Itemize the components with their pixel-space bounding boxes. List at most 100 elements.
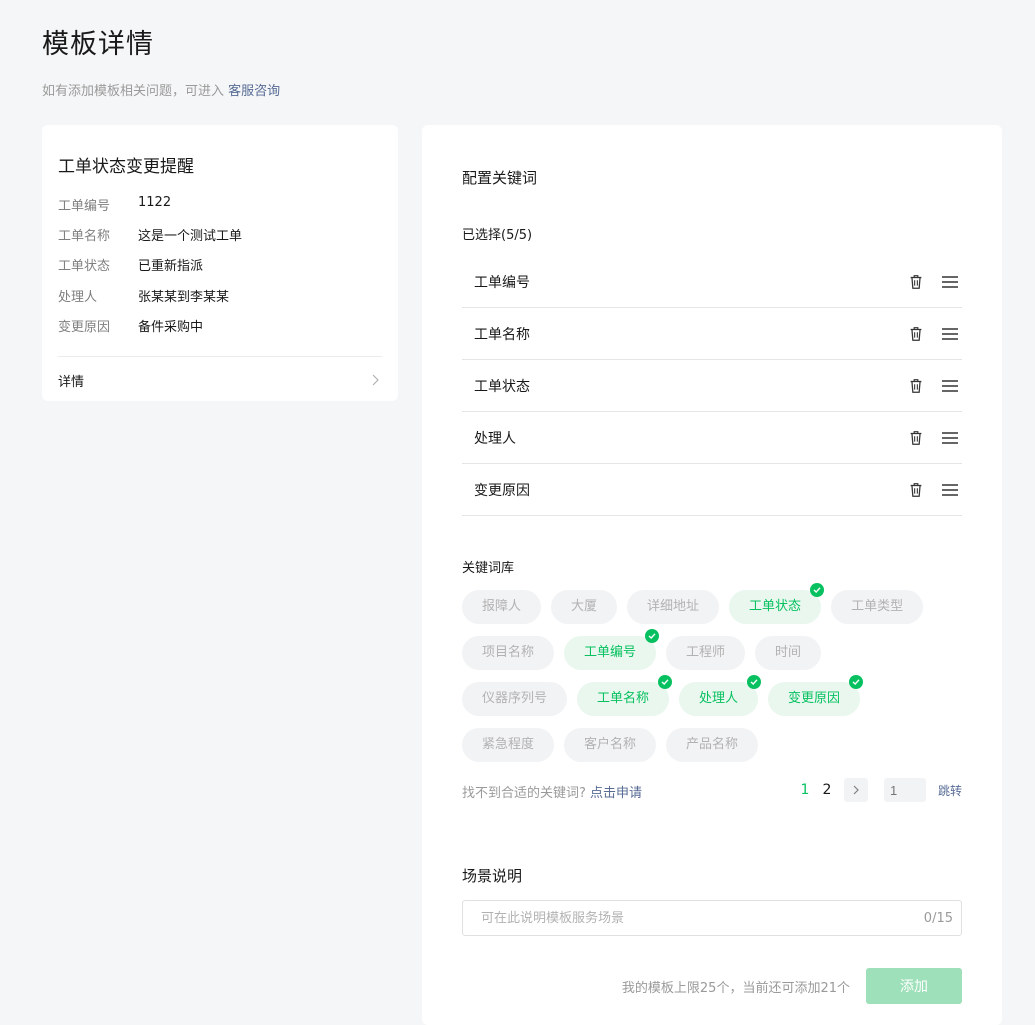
keyword-tag[interactable]: 时间 [755,636,822,670]
preview-row-key: 处理人 [58,290,98,305]
page-title: 模板详情 [42,29,154,60]
selected-keyword-label: 工单编号 [474,274,530,291]
template-limit-text: 我的模板上限25个，当前还可添加21个 [621,981,850,996]
keyword-tag[interactable]: 变更原因 [768,675,864,716]
keyword-tag-label: 客户名称 [584,737,637,752]
keyword-tag-label: 处理人 [699,691,739,706]
template-preview-card: 工单状态变更提醒 工单编号 1122 工单名称 这是一个测试工单工单状态 已重新指派处理… [42,125,398,401]
config-title: 配置关键词 [462,169,538,187]
customer-service-link[interactable]: 客服咨询 [228,84,280,99]
selected-keyword-label: 工单状态 [474,378,530,395]
keyword-tag[interactable]: 仪器序列号 [462,682,568,716]
delete-icon[interactable] [906,480,926,500]
scene-title: 场景说明 [462,867,523,885]
page-number[interactable]: 1 [794,782,816,798]
keyword-tag[interactable]: 紧急程度 [462,728,555,762]
keyword-tag[interactable]: 项目名称 [462,636,555,670]
keyword-hint: 找不到合适的关键词? 点击申请 [462,782,642,801]
preview-row: 处理人 张某某到李某某 [58,286,229,305]
add-button[interactable]: 添加 [866,968,962,1004]
scene-field: 0/15 [462,900,962,936]
tag-row: 报障人 大厦 详细地址 工单状态 工单类型 [462,583,982,624]
tag-row: 紧急程度 客户名称 产品名称 [462,728,982,762]
delete-icon[interactable] [906,428,926,448]
keyword-tag-label: 大厦 [571,599,598,614]
selected-keyword-label: 工单名称 [474,326,530,343]
preview-row-value: 这是一个测试工单 [138,229,243,244]
selected-count-label: 已选择(5/5) [462,228,533,243]
keyword-tag[interactable]: 工单类型 [831,590,924,624]
delete-icon[interactable] [906,376,926,396]
keyword-tag[interactable]: 大厦 [551,590,618,624]
page-subtitle: 如有添加模板相关问题，可进入 客服咨询 [42,80,280,99]
char-counter: 0/15 [923,910,953,926]
keyword-tag-label: 详细地址 [647,599,700,614]
hint-text: 找不到合适的关键词? [462,786,586,801]
keyword-tag[interactable]: 工单状态 [729,583,825,624]
subtitle-text: 如有添加模板相关问题，可进入 [42,84,225,99]
keyword-tag[interactable]: 处理人 [679,675,762,716]
pagination: 12 跳转 [794,778,962,802]
next-page-button[interactable] [843,778,868,802]
keyword-tag[interactable]: 客户名称 [564,728,657,762]
preview-row-value: 已重新指派 [138,259,204,274]
keyword-tag-label: 工单编号 [584,645,637,660]
drag-handle-icon[interactable] [940,324,960,344]
delete-icon[interactable] [906,272,926,292]
page-jump-input[interactable] [883,778,926,802]
drag-handle-icon[interactable] [940,428,960,448]
keyword-tag[interactable]: 工单名称 [577,675,673,716]
drag-handle-icon[interactable] [940,480,960,500]
check-icon [645,629,660,643]
keyword-tag-label: 项目名称 [482,645,535,660]
config-card: 配置关键词 已选择(5/5) 工单编号 工单名称 工单状态 处理人 变更原因 关键词库 … [422,125,1002,1025]
selected-keyword-row: 变更原因 [462,464,962,516]
chevron-right-icon [853,785,859,795]
preview-divider [58,356,382,357]
preview-row: 工单编号 1122 [58,195,171,214]
selected-keyword-list: 工单编号工单名称工单状态处理人变更原因 [462,256,962,516]
preview-row-key: 变更原因 [58,320,111,335]
keyword-tag[interactable]: 详细地址 [627,590,720,624]
keyword-tag[interactable]: 报障人 [462,590,542,624]
scene-description-input[interactable] [479,909,924,927]
preview-row-value: 备件采购中 [138,320,204,335]
tag-row: 仪器序列号 工单名称 处理人 变更原因 [462,675,982,716]
page-number[interactable]: 2 [816,782,838,798]
preview-row: 工单状态 已重新指派 [58,255,203,274]
keyword-tag[interactable]: 工单编号 [564,629,660,670]
keyword-tag-label: 报障人 [482,599,522,614]
check-icon [810,583,825,597]
chevron-right-icon [372,374,379,386]
check-icon [849,675,864,689]
drag-handle-icon[interactable] [940,376,960,396]
keyword-tag-label: 工单名称 [597,691,650,706]
check-icon [658,675,673,689]
keyword-tag-label: 工单状态 [749,599,802,614]
drag-handle-icon[interactable] [940,272,960,292]
keyword-tag-label: 时间 [775,645,802,660]
keyword-tag-label: 产品名称 [686,737,739,752]
selected-keyword-label: 处理人 [474,430,516,447]
keyword-tag-label: 仪器序列号 [482,691,548,706]
apply-keyword-link[interactable]: 点击申请 [590,786,642,801]
selected-keyword-row: 工单状态 [462,360,962,412]
keyword-library: 报障人 大厦 详细地址 工单状态 工单类型项目名称 工单编号 工程师 时间仪器序列号 工单名称 处… [462,583,982,774]
jump-button[interactable]: 跳转 [938,782,962,799]
selected-keyword-row: 工单名称 [462,308,962,360]
detail-label: 详情 [58,374,85,390]
keyword-tag[interactable]: 产品名称 [666,728,759,762]
selected-keyword-label: 变更原因 [474,482,530,499]
detail-link[interactable]: 详情 [58,368,382,392]
preview-row-key: 工单编号 [58,199,111,214]
keyword-library-title: 关键词库 [462,561,515,576]
keyword-tag-label: 工程师 [686,645,726,660]
preview-row-value: 1122 [138,195,172,210]
keyword-tag-label: 工单类型 [851,599,904,614]
keyword-tag[interactable]: 工程师 [666,636,746,670]
delete-icon[interactable] [906,324,926,344]
preview-title: 工单状态变更提醒 [58,157,194,177]
keyword-tag-label: 变更原因 [788,691,841,706]
preview-row-key: 工单名称 [58,229,111,244]
keyword-tag-label: 紧急程度 [482,737,535,752]
